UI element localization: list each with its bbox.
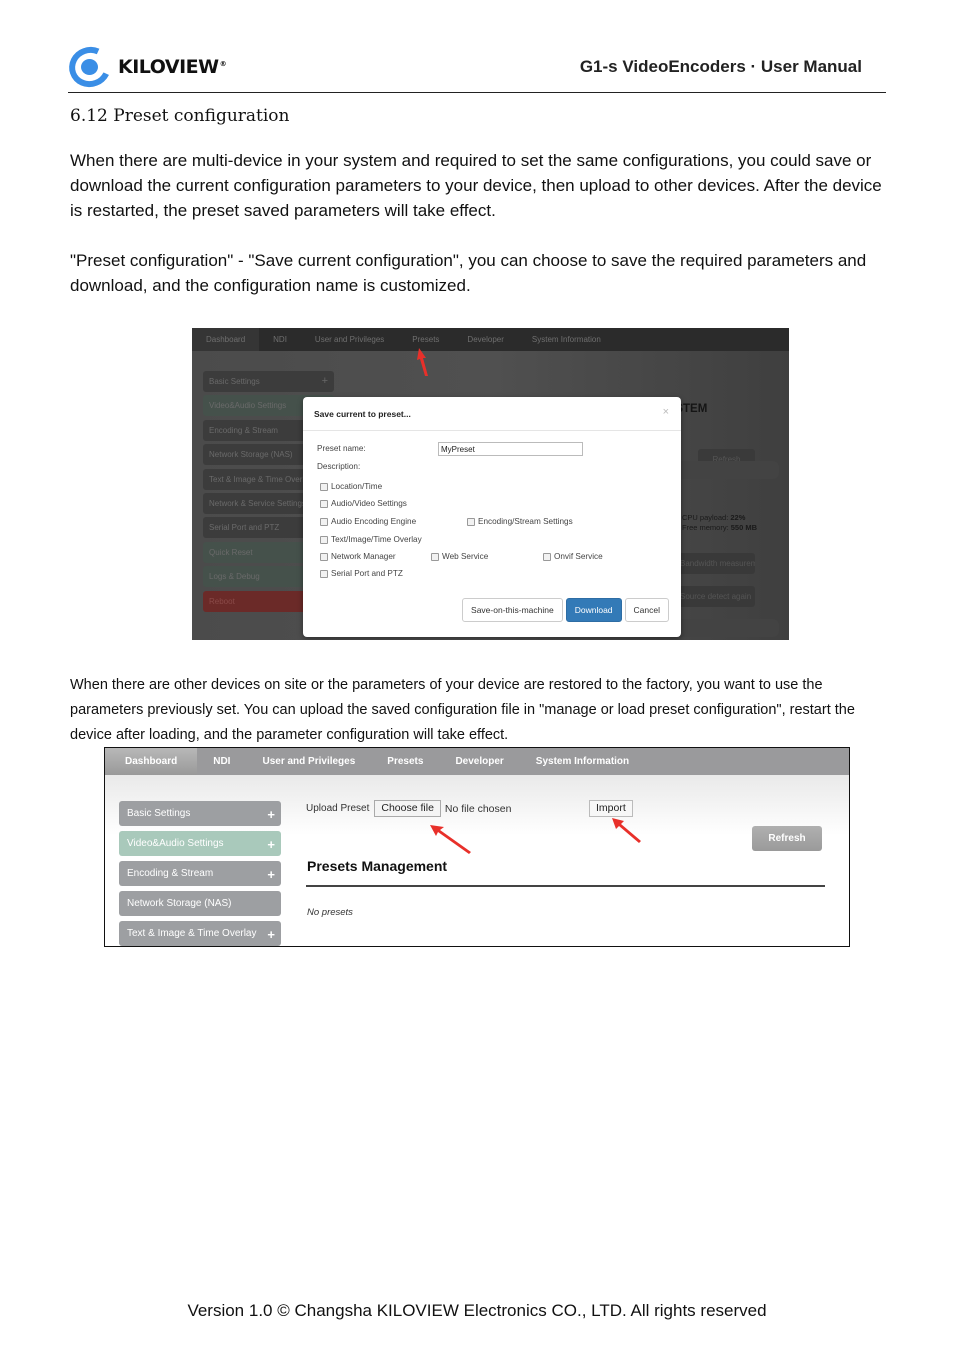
tab-dashboard[interactable]: Dashboard (192, 328, 260, 351)
kiloview-logo-icon (63, 41, 117, 93)
tab-developer[interactable]: Developer (453, 328, 517, 351)
no-file-chosen-text: No file chosen (444, 802, 512, 815)
checkbox-icon[interactable] (320, 535, 328, 544)
presets-management-heading: Presets Management (307, 858, 448, 874)
save-preset-modal: Save current to preset... × Preset name:… (303, 397, 681, 637)
tab-system-information[interactable]: System Information (520, 748, 645, 775)
sidebar-item-basic-settings[interactable]: Basic Settings + (203, 371, 334, 392)
tab-developer[interactable]: Developer (439, 748, 519, 775)
cpu-memory-stats: CPU payload: 22% Free memory: 550 MB (682, 513, 758, 532)
checkbox-network-manager[interactable]: Network Manager (320, 552, 396, 561)
upload-preset-screenshot: Dashboard NDI User and Privileges Preset… (104, 747, 850, 947)
checkbox-audio-encoding[interactable]: Audio Encoding Engine (320, 517, 416, 526)
upload-preset-label: Upload Preset (306, 803, 370, 814)
checkbox-icon[interactable] (320, 569, 328, 578)
sidebar-item-nas[interactable]: Network Storage (NAS) (119, 891, 281, 916)
plus-icon: + (267, 867, 275, 882)
save-preset-screenshot: Dashboard NDI User and Privileges Preset… (192, 328, 789, 640)
checkbox-icon[interactable] (320, 552, 328, 561)
close-icon[interactable]: × (663, 406, 669, 418)
checkbox-audio-video[interactable]: Audio/Video Settings (320, 499, 407, 508)
checkbox-icon[interactable] (320, 482, 328, 491)
checkbox-onvif[interactable]: Onvif Service (543, 552, 603, 561)
checkbox-serial-ptz[interactable]: Serial Port and PTZ (320, 569, 403, 578)
import-button[interactable]: Import (589, 800, 633, 817)
checkbox-icon[interactable] (431, 552, 439, 561)
kiloview-logo: KILOVIEW® (63, 41, 227, 93)
manual-title: G1-s VideoEncoders · User Manual (579, 57, 862, 76)
save-on-machine-button[interactable]: Save-on-this-machine (462, 598, 563, 622)
sidebar: Basic Settings + Video&Audio Settings + En… (119, 801, 281, 946)
logo-text: KILOVIEW® (118, 56, 227, 78)
sidebar-item-overlay[interactable]: Text & Image & Time Overlay + (119, 921, 281, 946)
red-arrow-icon (430, 825, 471, 854)
plus-icon: + (267, 927, 275, 942)
cancel-button[interactable]: Cancel (624, 598, 669, 622)
sidebar-item-encoding-stream[interactable]: Encoding & Stream + (119, 861, 281, 886)
checkbox-encoding-stream[interactable]: Encoding/Stream Settings (467, 517, 573, 526)
sidebar-item-basic-settings[interactable]: Basic Settings + (119, 801, 281, 826)
header-divider (68, 92, 886, 93)
checkbox-icon[interactable] (320, 517, 328, 526)
upload-preset-row: Upload Preset Choose file No file chosen (306, 800, 511, 817)
section-heading: 6.12 Preset configuration (70, 106, 290, 126)
save-paragraph: "Preset configuration" - "Save current c… (70, 251, 867, 295)
source-detect-button[interactable]: Source detect again (672, 586, 755, 607)
checkbox-icon[interactable] (320, 499, 328, 508)
preset-name-label: Preset name: (317, 444, 366, 453)
checkbox-icon[interactable] (467, 517, 475, 526)
plus-icon: + (321, 375, 328, 387)
bandwidth-measurement-button[interactable]: Bandwidth measurement (672, 553, 755, 574)
page-footer: Version 1.0 © Changsha KILOVIEW Electron… (187, 1301, 767, 1320)
modal-title: Save current to preset... (314, 409, 411, 419)
tab-system-information[interactable]: System Information (518, 328, 615, 351)
tab-presets[interactable]: Presets (371, 748, 439, 775)
download-button[interactable]: Download (565, 598, 622, 622)
no-presets-text: No presets (307, 907, 353, 918)
checkbox-icon[interactable] (543, 552, 551, 561)
checkbox-web-service[interactable]: Web Service (431, 552, 488, 561)
sidebar-item-video-audio[interactable]: Video&Audio Settings + (119, 831, 281, 856)
red-arrow-icon (612, 818, 641, 843)
tab-dashboard[interactable]: Dashboard (105, 748, 198, 775)
tab-ndi[interactable]: NDI (259, 328, 301, 351)
tab-user-privileges[interactable]: User and Privileges (301, 328, 398, 351)
heading-divider (306, 885, 825, 887)
status-bar (672, 461, 779, 479)
upload-paragraph: When there are other devices on site or … (70, 677, 855, 743)
tab-ndi[interactable]: NDI (197, 748, 246, 775)
intro-paragraph: When there are multi-device in your syst… (70, 151, 882, 220)
description-label: Description: (317, 462, 361, 471)
top-nav: Dashboard NDI User and Privileges Preset… (105, 748, 849, 775)
red-arrow-icon (417, 348, 428, 376)
status-bar-bottom (672, 619, 779, 637)
choose-file-button[interactable]: Choose file (374, 800, 441, 817)
refresh-button[interactable]: Refresh (752, 826, 822, 851)
top-nav: Dashboard NDI User and Privileges Preset… (192, 328, 789, 351)
preset-name-input[interactable] (438, 442, 583, 456)
checkbox-overlay[interactable]: Text/Image/Time Overlay (320, 535, 422, 544)
plus-icon: + (267, 807, 275, 822)
checkbox-location-time[interactable]: Location/Time (320, 482, 382, 491)
plus-icon: + (267, 837, 275, 852)
tab-user-privileges[interactable]: User and Privileges (246, 748, 371, 775)
